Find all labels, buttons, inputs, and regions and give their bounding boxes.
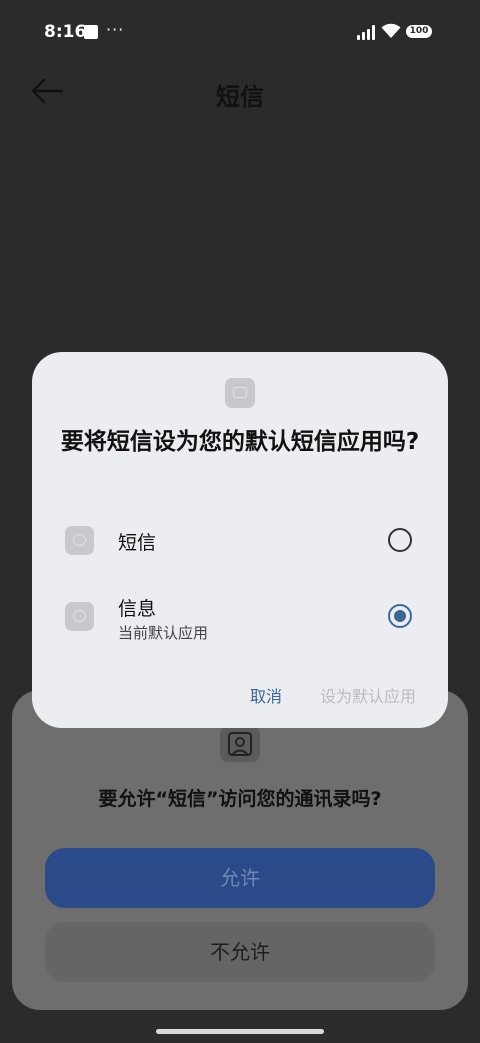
notification-square-icon xyxy=(84,25,98,39)
status-bar: 8:16 ··· 100 xyxy=(0,0,480,64)
set-default-button[interactable]: 设为默认应用 xyxy=(320,683,416,707)
allow-button[interactable]: 允许 xyxy=(45,848,435,908)
status-time: 8:16 xyxy=(44,22,87,42)
cancel-button[interactable]: 取消 xyxy=(250,683,282,707)
battery-icon: 100 xyxy=(406,25,432,38)
messages-app-icon xyxy=(65,602,94,631)
radio-button-selected[interactable] xyxy=(388,604,412,628)
option-sms[interactable]: 短信 xyxy=(32,512,448,572)
sms-app-icon xyxy=(225,378,255,408)
radio-button[interactable] xyxy=(388,528,412,552)
dialog-title: 要将短信设为您的默认短信应用吗? xyxy=(60,429,420,455)
deny-button[interactable]: 不允许 xyxy=(45,922,435,982)
contacts-permission-sheet: 要允许“短信”访问您的通讯录吗? 允许 不允许 xyxy=(12,690,468,1010)
sms-app-icon xyxy=(65,526,94,555)
page-title: 短信 xyxy=(216,83,264,111)
home-indicator[interactable] xyxy=(156,1029,324,1034)
contacts-icon xyxy=(220,726,260,762)
more-notifications-icon: ··· xyxy=(106,20,125,39)
option-sublabel: 当前默认应用 xyxy=(118,624,209,642)
option-label: 短信 xyxy=(118,532,157,554)
permission-title: 要允许“短信”访问您的通讯录吗? xyxy=(98,788,382,810)
option-label: 信息 xyxy=(118,598,157,620)
wifi-icon xyxy=(381,23,401,38)
signal-icon xyxy=(357,24,377,40)
option-messages[interactable]: 信息 当前默认应用 xyxy=(32,586,448,646)
default-sms-dialog: 要将短信设为您的默认短信应用吗? 短信 信息 当前默认应用 取消 设为默认应用 xyxy=(32,352,448,728)
